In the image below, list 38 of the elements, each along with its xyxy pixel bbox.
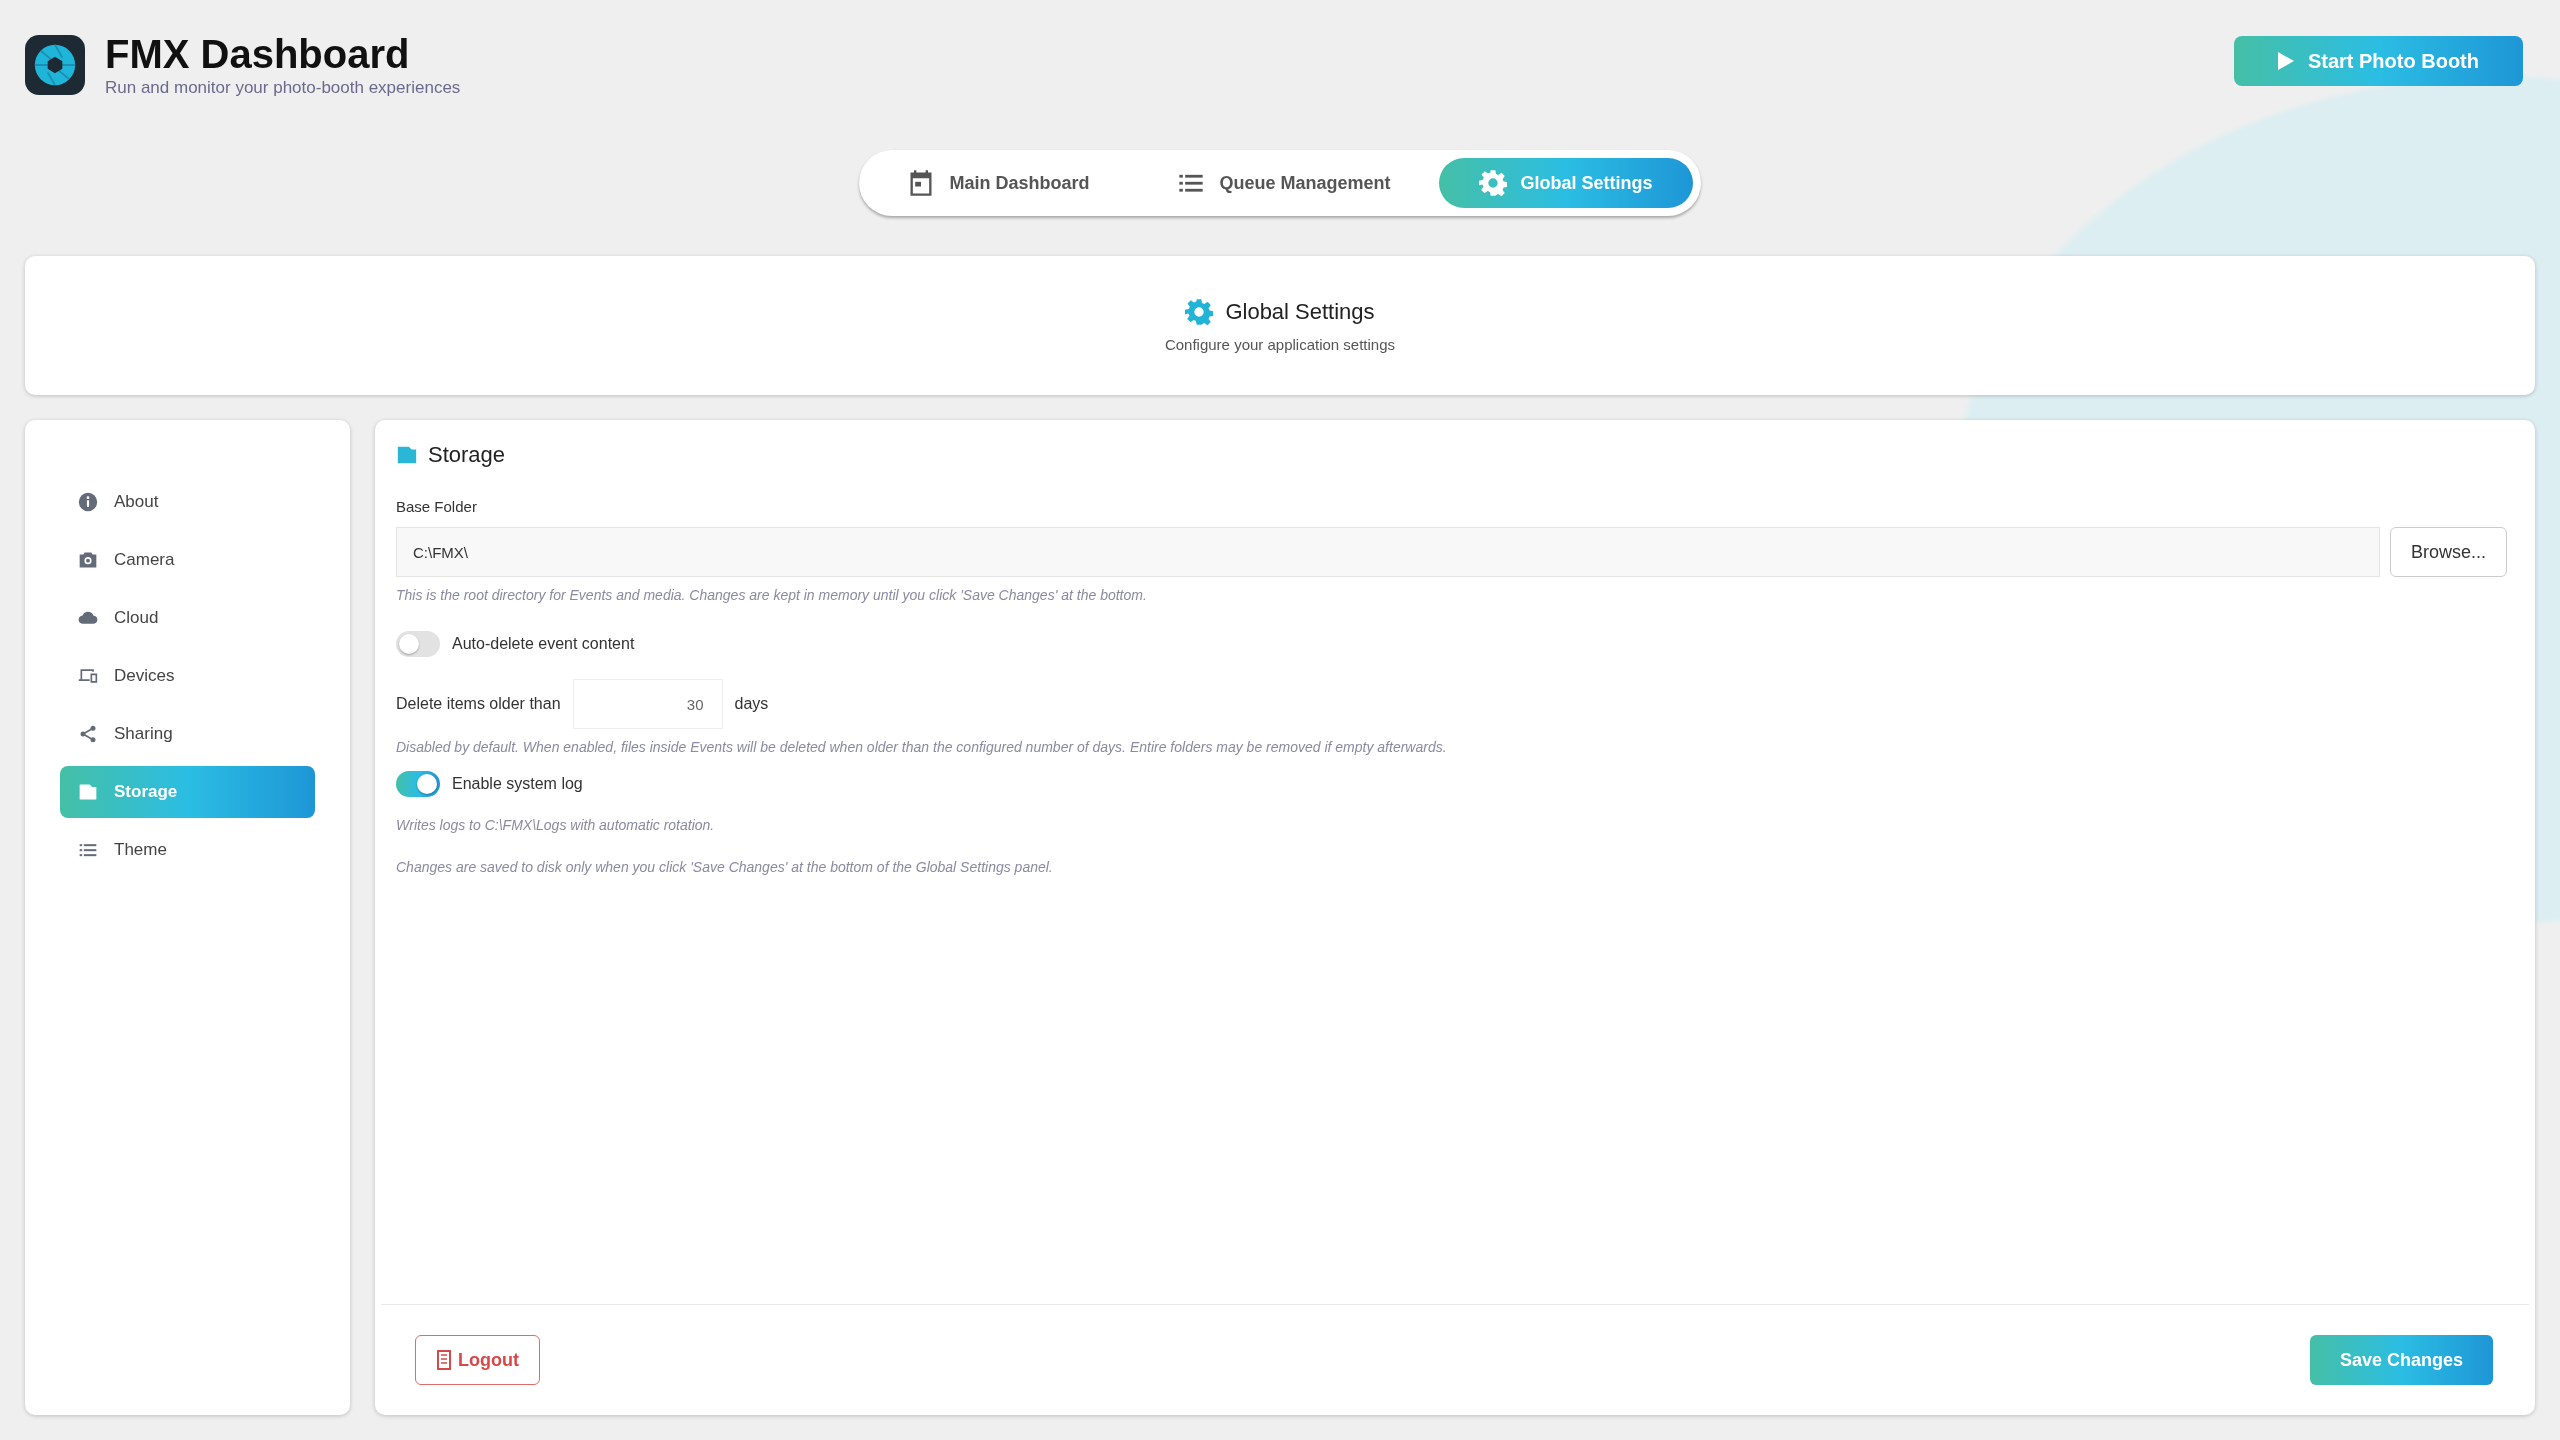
- play-icon: [2277, 52, 2294, 70]
- info-icon: [78, 492, 98, 512]
- page-title: Global Settings: [1225, 299, 1375, 325]
- nav-tab[interactable]: Main Dashboard: [867, 158, 1130, 208]
- hint-text: This is the root directory for Events and media. Changes are kept in memory until you click 'Save Changes' at the bottom.: [396, 587, 1148, 603]
- folder-icon: [396, 444, 418, 466]
- logout-button[interactable]: Logout: [415, 1335, 540, 1385]
- devices-icon: [78, 666, 98, 686]
- base-folder-field[interactable]: C:\FMX\: [396, 527, 2380, 577]
- field-label: Base Folder: [396, 498, 478, 515]
- app-subtitle: Run and monitor your photo-booth experiences: [105, 78, 461, 98]
- settings-icon: [1478, 169, 1507, 197]
- hint-text: Writes logs to C:\FMX\Logs with automatic rotation.: [396, 817, 716, 833]
- toggle-label: Enable system log: [452, 775, 583, 793]
- app-logo: [25, 35, 85, 95]
- page-subtitle: Configure your application settings: [1164, 336, 1396, 353]
- toggle-switch[interactable]: [396, 631, 440, 657]
- toggle-label: Auto-delete event content: [452, 635, 635, 653]
- hint-text: Disabled by default. When enabled, files inside Events will be deleted when older than the configured number of days. Entire folders may be removed if empty afterwards.: [396, 739, 1448, 755]
- note-text: Changes are saved to disk only when you click 'Save Changes' at the bottom of the Global Settings panel.: [396, 859, 1054, 875]
- sidebar-item[interactable]: Theme: [60, 824, 315, 876]
- toggle-switch[interactable]: [396, 771, 440, 797]
- share-icon: [78, 724, 98, 744]
- sidebar-item[interactable]: About: [60, 476, 315, 528]
- app-title: FMX Dashboard: [105, 32, 411, 76]
- section-title: Storage: [428, 442, 506, 468]
- nav-tab[interactable]: Queue Management: [1137, 158, 1431, 208]
- sidebar-item[interactable]: Camera: [60, 534, 315, 586]
- sidebar-item[interactable]: Sharing: [60, 708, 315, 760]
- settings-icon: [1185, 298, 1214, 326]
- sidebar-item[interactable]: Devices: [60, 650, 315, 702]
- unit-label: days: [734, 695, 769, 713]
- days-field[interactable]: 30: [572, 679, 723, 729]
- field-label: Delete items older than: [396, 695, 561, 713]
- folder-icon: [78, 782, 98, 802]
- browse-button[interactable]: Browse...: [2389, 527, 2507, 577]
- sidebar-item[interactable]: Cloud: [60, 592, 315, 644]
- camera-icon: [78, 550, 98, 570]
